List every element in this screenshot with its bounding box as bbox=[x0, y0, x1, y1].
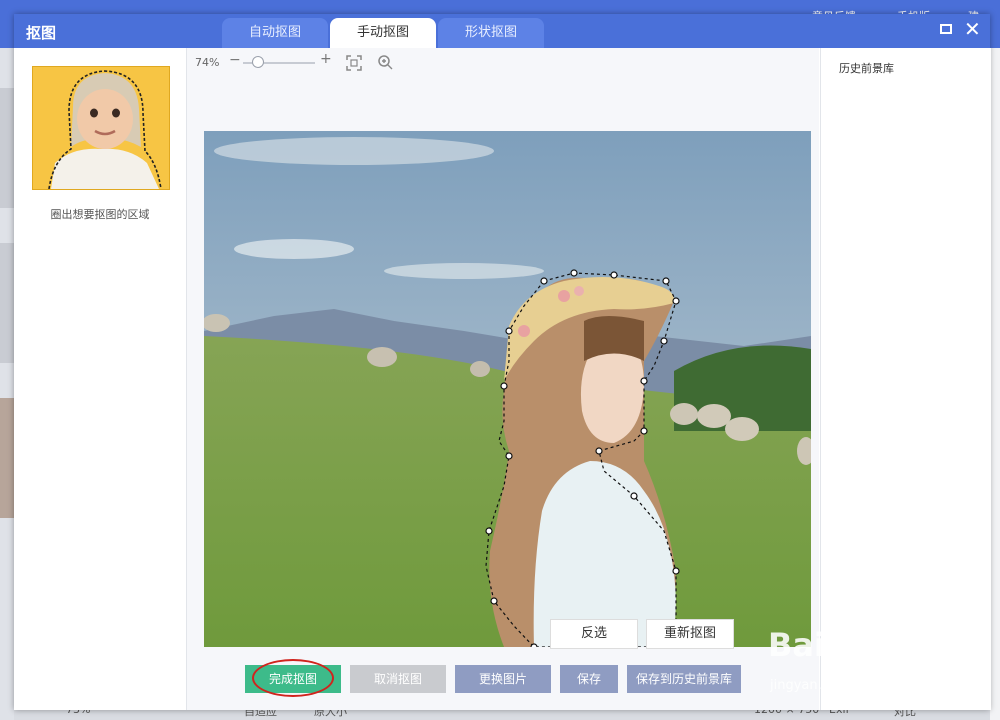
dialog-title: 抠图 bbox=[26, 24, 57, 42]
cutout-dialog: 抠图 自动抠图 手动抠图 形状抠图 ✕ 圈出想要抠图的区域 74% − + 反选… bbox=[14, 14, 991, 710]
fit-screen-icon[interactable] bbox=[346, 55, 362, 71]
save-to-history-button[interactable]: 保存到历史前景库 bbox=[627, 665, 741, 693]
history-title: 历史前景库 bbox=[839, 62, 894, 75]
zoom-out-icon[interactable]: − bbox=[229, 52, 241, 68]
annotation-highlight-ring bbox=[252, 659, 334, 697]
photo-illustration bbox=[204, 131, 811, 647]
watermark-url: jingyan.baidu.com bbox=[770, 678, 890, 693]
editing-photo[interactable] bbox=[204, 131, 811, 647]
cancel-cutout-button[interactable]: 取消抠图 bbox=[350, 665, 446, 693]
save-button[interactable]: 保存 bbox=[560, 665, 618, 693]
background-right-edge bbox=[990, 48, 1000, 720]
invert-selection-button[interactable]: 反选 bbox=[550, 619, 638, 649]
tab-auto-cutout[interactable]: 自动抠图 bbox=[222, 18, 328, 48]
zoom-slider-handle[interactable] bbox=[252, 56, 265, 68]
bg-thumbnail bbox=[0, 88, 14, 208]
dialog-titlebar: 抠图 自动抠图 手动抠图 形状抠图 ✕ bbox=[14, 14, 990, 48]
redo-cutout-button[interactable]: 重新抠图 bbox=[646, 619, 734, 649]
canvas-area: 74% − + 反选 重新抠图 bbox=[187, 48, 819, 710]
bg-thumbnail bbox=[0, 398, 14, 518]
magnifier-icon[interactable] bbox=[377, 54, 393, 70]
close-icon[interactable]: ✕ bbox=[964, 18, 981, 40]
background-thumbnail-strip bbox=[0, 48, 14, 720]
history-panel: 历史前景库 bbox=[820, 48, 991, 710]
tab-manual-cutout[interactable]: 手动抠图 bbox=[330, 18, 436, 48]
zoom-in-plus-icon[interactable]: + bbox=[320, 51, 332, 67]
zoom-level: 74% bbox=[195, 56, 220, 69]
left-panel: 圈出想要抠图的区域 bbox=[14, 48, 187, 710]
sample-caption: 圈出想要抠图的区域 bbox=[50, 208, 150, 221]
change-image-button[interactable]: 更换图片 bbox=[455, 665, 551, 693]
sample-image bbox=[32, 66, 170, 190]
maximize-icon[interactable] bbox=[940, 24, 952, 34]
watermark-logo: Bai du 经验 bbox=[768, 626, 957, 664]
tab-shape-cutout[interactable]: 形状抠图 bbox=[438, 18, 544, 48]
bg-thumbnail bbox=[0, 243, 14, 363]
sample-baby-illustration bbox=[33, 67, 169, 189]
